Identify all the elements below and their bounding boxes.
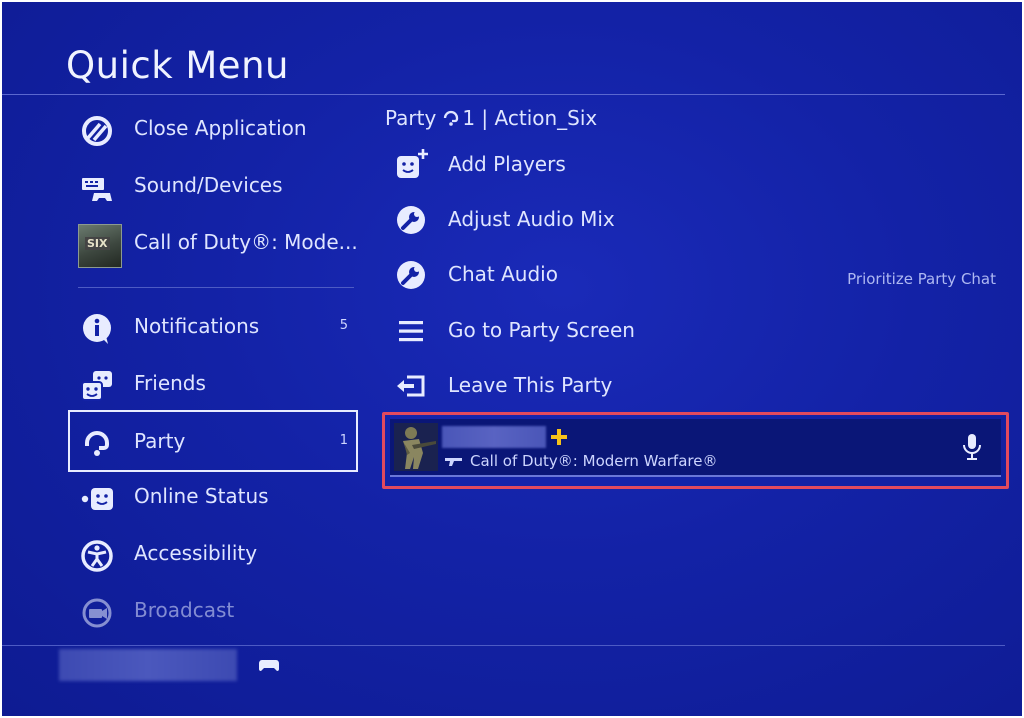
page-title: Quick Menu xyxy=(66,44,289,87)
game-controller-small-icon xyxy=(445,458,462,466)
party-icon xyxy=(85,431,109,456)
action-label: Adjust Audio Mix xyxy=(448,207,615,231)
leave-this-party-button[interactable]: Leave This Party xyxy=(388,361,998,411)
soldier-avatar xyxy=(394,423,438,471)
menu-item-label: Friends xyxy=(134,371,206,395)
chat-audio-button[interactable]: Chat Audio Prioritize Party Chat xyxy=(388,250,998,300)
menu-item-label: Party xyxy=(134,429,186,453)
close-application-icon xyxy=(82,116,112,146)
menu-item-accessibility[interactable]: Accessibility xyxy=(68,527,358,583)
accessibility-icon xyxy=(81,540,113,572)
leave-icon xyxy=(397,375,425,397)
member-name-redacted xyxy=(442,426,546,448)
user-name-redacted xyxy=(59,649,237,681)
menu-item-party[interactable]: Party 1 xyxy=(68,410,358,472)
party-icon xyxy=(444,110,459,126)
ps-plus-icon xyxy=(551,429,567,445)
menu-item-broadcast[interactable]: Broadcast xyxy=(68,584,358,640)
game-thumbnail: SIX xyxy=(78,224,122,268)
action-label: Leave This Party xyxy=(448,373,613,397)
member-game: Call of Duty®: Modern Warfare® xyxy=(444,452,717,470)
controller-icon xyxy=(259,660,279,671)
divider xyxy=(2,94,1005,95)
friends-icon xyxy=(81,371,112,401)
menu-icon xyxy=(399,321,423,342)
broadcast-icon xyxy=(82,598,112,628)
add-players-button[interactable]: Add Players xyxy=(388,140,998,190)
menu-item-label: Accessibility xyxy=(134,541,258,565)
menu-item-close-application[interactable]: Close Application xyxy=(68,102,358,158)
divider xyxy=(2,645,1005,646)
party-count: 1 xyxy=(339,433,348,448)
adjust-audio-mix-button[interactable]: Adjust Audio Mix xyxy=(388,195,998,245)
microphone-icon[interactable] xyxy=(961,433,983,461)
notification-icon xyxy=(83,314,111,344)
menu-item-label: Online Status xyxy=(134,484,269,508)
action-label: Add Players xyxy=(448,152,566,176)
party-header: Party 1 | Action_Six xyxy=(385,106,597,130)
add-players-icon xyxy=(397,149,428,178)
menu-item-label: Call of Duty®: Mode... xyxy=(134,230,358,254)
party-header-separator: | xyxy=(481,106,489,130)
party-member-count: 1 xyxy=(462,106,476,130)
party-header-label: Party xyxy=(385,106,437,130)
online-status-icon xyxy=(81,488,113,510)
menu-item-label: Close Application xyxy=(134,116,307,140)
menu-item-label: Notifications xyxy=(134,314,260,338)
member-game-title: Call of Duty®: Modern Warfare® xyxy=(470,452,718,470)
chat-audio-value: Prioritize Party Chat xyxy=(847,270,996,288)
game-thumbnail-text: SIX xyxy=(85,237,110,250)
menu-item-label: Broadcast xyxy=(134,598,235,622)
highlight-frame: Call of Duty®: Modern Warfare® xyxy=(382,412,1009,489)
menu-item-friends[interactable]: Friends xyxy=(68,357,358,413)
notification-count: 5 xyxy=(339,318,348,333)
action-label: Go to Party Screen xyxy=(448,318,635,342)
divider xyxy=(78,287,354,288)
go-to-party-screen-button[interactable]: Go to Party Screen xyxy=(388,306,998,356)
menu-item-sound-devices[interactable]: Sound/Devices xyxy=(68,159,358,215)
menu-item-online-status[interactable]: Online Status xyxy=(68,470,358,526)
party-member-row[interactable]: Call of Duty®: Modern Warfare® xyxy=(390,419,1001,477)
menu-item-label: Sound/Devices xyxy=(134,173,283,197)
quick-menu-screen: Quick Menu Close Application Sound/Devic… xyxy=(2,2,1022,716)
action-label: Chat Audio xyxy=(448,262,558,286)
menu-item-current-game[interactable]: SIX Call of Duty®: Mode... xyxy=(68,216,358,272)
sound-devices-icon xyxy=(82,178,112,201)
menu-item-notifications[interactable]: Notifications 5 xyxy=(68,300,358,356)
wrench-icon xyxy=(397,206,425,234)
party-name: Action_Six xyxy=(494,106,598,130)
wrench-icon xyxy=(397,261,425,289)
